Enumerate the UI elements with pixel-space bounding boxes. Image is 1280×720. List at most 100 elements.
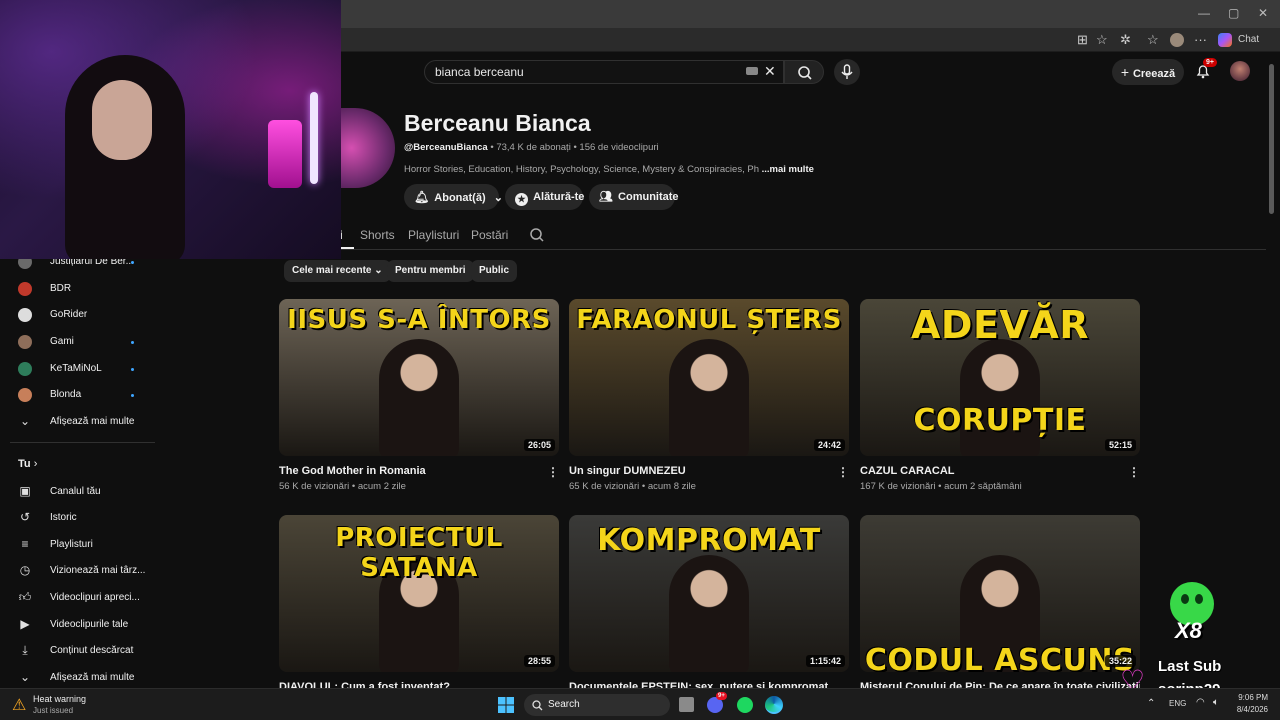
channel-avatar-icon xyxy=(18,308,32,322)
webcam-overlay xyxy=(0,0,341,259)
video-title[interactable]: Un singur DUMNEZEU xyxy=(569,465,686,477)
profile-avatar[interactable] xyxy=(1170,33,1184,47)
tab-playlists[interactable]: Playlisturi xyxy=(408,228,459,242)
download-icon: ⤓ xyxy=(22,643,28,657)
video-card[interactable]: ADEVĂR CORUPȚIE 52:15 CAZUL CARACAL 167 K de… xyxy=(860,299,1140,499)
video-card[interactable]: PROIECTUL SATANA 28:55 DIAVOLUL: Cum a fos… xyxy=(279,515,559,688)
copilot-icon[interactable] xyxy=(1218,33,1232,47)
video-meta: 56 K de vizionări • acum 2 zile xyxy=(279,481,406,492)
edge-icon[interactable] xyxy=(765,696,783,714)
sidebar-item-you[interactable]: ▶ Videoclipurile tale xyxy=(18,615,158,635)
subscription-item[interactable]: BDR xyxy=(18,279,158,299)
chip-members[interactable]: Pentru membri xyxy=(387,260,474,282)
clear-search-icon[interactable]: ✕ xyxy=(764,63,776,80)
app-available-icon[interactable]: ⊞ xyxy=(1077,32,1088,48)
search-input[interactable]: bianca berceanu xyxy=(424,60,784,84)
tab-posts[interactable]: Postări xyxy=(471,228,508,242)
video-thumbnail[interactable]: CODUL ASCUNS 35:22 xyxy=(860,515,1140,672)
star-icon: ★ xyxy=(515,193,528,206)
description-text: Horror Stories, Education, History, Psyc… xyxy=(404,164,759,175)
video-meta: 167 K de vizionări • acum 2 săptămâni xyxy=(860,481,1022,492)
video-card[interactable]: IISUS S-A ÎNTORS 26:05 The God Mother in R… xyxy=(279,299,559,499)
upload-age: acum 8 zile xyxy=(647,481,696,492)
video-title[interactable]: Documentele EPSTEIN: sex, putere și komp… xyxy=(569,681,828,688)
subscription-item[interactable]: Gami xyxy=(18,332,158,352)
sidebar-item-you[interactable]: ◷ Vizionează mai târz... xyxy=(18,561,158,581)
channel-avatar-icon xyxy=(18,388,32,402)
video-card[interactable]: CODUL ASCUNS 35:22 Misterul Conului de Pin… xyxy=(860,515,1140,688)
video-title[interactable]: The God Mother in Romania xyxy=(279,465,426,477)
windows-icon xyxy=(498,697,514,713)
show-more-label: Afișează mai multe xyxy=(50,416,135,427)
chip-latest[interactable]: Cele mai recente ⌄ xyxy=(284,260,391,282)
channel-avatar[interactable] xyxy=(333,108,395,188)
start-button[interactable] xyxy=(498,697,514,713)
show-more-you[interactable]: ⌄ Afișează mai multe xyxy=(18,668,158,688)
video-thumbnail[interactable]: FARAONUL ȘTERS 24:42 xyxy=(569,299,849,456)
sidebar-item-you[interactable]: ↺ Istoric xyxy=(18,508,158,528)
discord-icon[interactable]: 9+ xyxy=(707,692,727,713)
video-title[interactable]: Misterul Conului de Pin: De ce apare în … xyxy=(860,681,1140,688)
spotify-icon[interactable] xyxy=(737,697,753,713)
keyboard-icon[interactable] xyxy=(746,67,758,75)
you-section-header[interactable]: Tu › xyxy=(18,458,37,470)
video-thumbnail[interactable]: ADEVĂR CORUPȚIE 52:15 xyxy=(860,299,1140,456)
more-options-icon[interactable]: ⋮ xyxy=(1128,465,1140,479)
taskbar: ⚠ Heat warning Just issued Search 9+ ⌃ E… xyxy=(0,688,1280,720)
search-icon[interactable] xyxy=(529,227,545,243)
tab-shorts[interactable]: Shorts xyxy=(360,228,395,242)
restore-icon[interactable]: ▢ xyxy=(1228,6,1239,20)
favorite-star-icon[interactable]: ☆ xyxy=(1096,32,1108,48)
community-button[interactable]: 👥︎ Comunitate xyxy=(589,184,679,210)
plus-icon: + xyxy=(1120,64,1133,80)
create-button[interactable]: + Creează xyxy=(1112,59,1184,85)
language-indicator[interactable]: ENG xyxy=(1169,699,1186,708)
clock-date[interactable]: 8/4/2026 xyxy=(1230,705,1268,714)
chat-button[interactable]: Chat xyxy=(1238,32,1259,48)
chip-public[interactable]: Public xyxy=(471,260,518,282)
sidebar-item-you[interactable]: ≡ Playlisturi xyxy=(18,535,158,555)
sidebar-item-you[interactable]: 👍︎ Videoclipuri apreci... xyxy=(18,588,158,608)
video-thumbnail[interactable]: KOMPROMAT 1:15:42 xyxy=(569,515,849,672)
minimize-icon[interactable]: — xyxy=(1198,6,1210,20)
extensions-icon[interactable]: ✲ xyxy=(1120,32,1131,48)
notification-subtitle: Just issued xyxy=(33,706,74,715)
playlist-icon: ≡ xyxy=(21,537,29,551)
more-link[interactable]: ...mai multe xyxy=(762,164,814,175)
page-scrollbar[interactable] xyxy=(1269,64,1274,214)
video-title[interactable]: DIAVOLUL: Cum a fost inventat? xyxy=(279,681,450,688)
volume-icon[interactable]: 🔈︎ xyxy=(1213,697,1219,708)
wifi-icon[interactable]: ◠ xyxy=(1196,697,1205,708)
chevron-up-icon[interactable]: ⌃ xyxy=(1147,698,1155,709)
close-icon[interactable]: ✕ xyxy=(1258,6,1268,20)
video-title[interactable]: CAZUL CARACAL xyxy=(860,465,955,477)
notifications-button[interactable]: 9+ xyxy=(1194,58,1217,80)
voice-search-button[interactable] xyxy=(834,59,860,85)
taskbar-search[interactable]: Search xyxy=(524,694,670,716)
subscribed-button[interactable]: 🔔︎ Abonat(ă) ⌄ xyxy=(404,184,503,210)
clock-time[interactable]: 9:06 PM xyxy=(1236,693,1268,702)
video-duration: 52:15 xyxy=(1104,439,1136,451)
warning-icon[interactable]: ⚠ xyxy=(12,695,26,715)
search-button[interactable] xyxy=(784,60,824,84)
chevron-right-icon: › xyxy=(33,458,38,470)
subscription-item[interactable]: GoRider xyxy=(18,305,158,325)
join-button[interactable]: ★ Alătură-te xyxy=(505,184,584,210)
subscription-item[interactable]: Blonda xyxy=(18,385,158,405)
account-avatar[interactable] xyxy=(1230,61,1250,81)
subscription-item[interactable]: KeTaMiNoL xyxy=(18,359,158,379)
video-thumbnail[interactable]: IISUS S-A ÎNTORS 26:05 xyxy=(279,299,559,456)
chevron-down-icon: ⌄ xyxy=(374,265,383,276)
video-thumbnail[interactable]: PROIECTUL SATANA 28:55 xyxy=(279,515,559,672)
video-card[interactable]: FARAONUL ȘTERS 24:42 Un singur DUMNEZEU 65 … xyxy=(569,299,849,499)
favorites-icon[interactable]: ☆ xyxy=(1147,32,1159,48)
more-options-icon[interactable]: ⋮ xyxy=(837,465,849,479)
video-card[interactable]: KOMPROMAT 1:15:42 Documentele EPSTEIN: sex… xyxy=(569,515,849,688)
file-explorer-icon[interactable] xyxy=(679,697,694,712)
sidebar-item-you[interactable]: ⤓ Conținut descărcat xyxy=(18,641,158,661)
more-options-icon[interactable]: ⋮ xyxy=(547,465,559,479)
sidebar-item-you[interactable]: ▣ Canalul tău xyxy=(18,482,158,502)
more-menu-icon[interactable]: ··· xyxy=(1194,32,1207,48)
sidebar-item-label: Conținut descărcat xyxy=(50,645,134,656)
show-more-subscriptions[interactable]: ⌄ Afișează mai multe xyxy=(18,412,158,432)
